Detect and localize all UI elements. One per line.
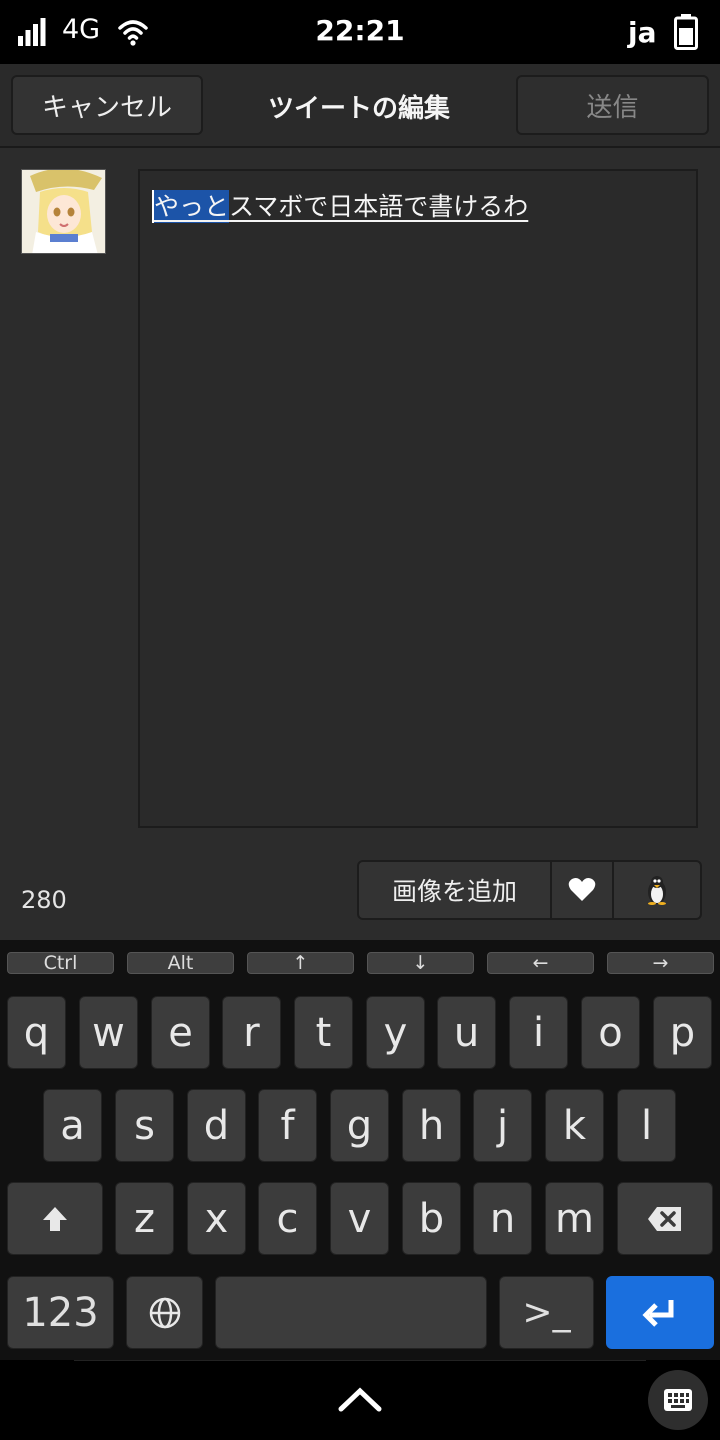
key-f[interactable]: f — [258, 1089, 317, 1162]
key-w[interactable]: w — [79, 996, 138, 1069]
enter-key[interactable] — [606, 1276, 714, 1349]
enter-icon — [642, 1299, 674, 1327]
input-language: ja — [628, 16, 657, 49]
backspace-key[interactable] — [617, 1182, 713, 1255]
key-alt[interactable]: Alt — [127, 952, 234, 974]
page-title: ツイートの編集 — [267, 94, 450, 124]
key-v[interactable]: v — [330, 1182, 389, 1255]
key-l[interactable]: l — [617, 1089, 676, 1162]
compose-area: やっとスマボで日本語で書けるわ 280 画像を追加 — [0, 148, 720, 940]
key-arrow-up[interactable]: ↑ — [247, 952, 354, 974]
key-s[interactable]: s — [115, 1089, 174, 1162]
key-m[interactable]: m — [545, 1182, 604, 1255]
key-d[interactable]: d — [187, 1089, 246, 1162]
language-key[interactable] — [126, 1276, 203, 1349]
penguin-icon — [648, 876, 666, 905]
add-image-label: 画像を追加 — [391, 877, 517, 906]
selected-text: やっと — [152, 190, 230, 223]
chevron-up-icon[interactable] — [338, 1386, 382, 1412]
avatar — [21, 169, 106, 254]
key-g[interactable]: g — [330, 1089, 389, 1162]
key-i[interactable]: i — [509, 996, 568, 1069]
key-x[interactable]: x — [187, 1182, 246, 1255]
tweet-text-area[interactable]: やっとスマボで日本語で書けるわ — [138, 169, 698, 828]
tweet-text: やっとスマボで日本語で書けるわ — [152, 187, 528, 223]
key-ctrl[interactable]: Ctrl — [7, 952, 114, 974]
key-t[interactable]: t — [294, 996, 353, 1069]
cancel-label: キャンセル — [41, 92, 172, 123]
keyboard-icon — [664, 1389, 692, 1411]
key-j[interactable]: j — [473, 1089, 532, 1162]
cancel-button[interactable]: キャンセル — [11, 75, 203, 135]
key-o[interactable]: o — [581, 996, 640, 1069]
terminal-label: >_ — [522, 1292, 571, 1333]
send-label: 送信 — [586, 92, 639, 123]
add-image-button[interactable]: 画像を追加 — [359, 862, 550, 918]
character-count: 280 — [21, 886, 67, 914]
numbers-label: 123 — [22, 1289, 99, 1336]
divider — [74, 1360, 646, 1361]
numbers-key[interactable]: 123 — [7, 1276, 114, 1349]
key-e[interactable]: e — [151, 996, 210, 1069]
key-r[interactable]: r — [222, 996, 281, 1069]
heart-button[interactable] — [550, 862, 612, 918]
compose-toolbar: 画像を追加 — [357, 860, 702, 920]
shift-key[interactable] — [7, 1182, 103, 1255]
globe-icon — [149, 1297, 180, 1328]
key-n[interactable]: n — [473, 1182, 532, 1255]
clock: 22:21 — [315, 14, 405, 47]
key-q[interactable]: q — [7, 996, 66, 1069]
key-a[interactable]: a — [43, 1089, 102, 1162]
key-c[interactable]: c — [258, 1182, 317, 1255]
key-z[interactable]: z — [115, 1182, 174, 1255]
key-arrow-left[interactable]: ← — [487, 952, 594, 974]
key-u[interactable]: u — [437, 996, 496, 1069]
heart-icon — [568, 878, 596, 901]
battery-icon — [674, 14, 698, 50]
header-bar: キャンセル ツイートの編集 送信 — [0, 64, 720, 148]
key-arrow-right[interactable]: → — [607, 952, 714, 974]
backspace-icon — [648, 1206, 681, 1231]
navigation-bar — [0, 1360, 720, 1440]
unselected-text: スマボで日本語で書けるわ — [229, 192, 529, 221]
space-key[interactable] — [215, 1276, 487, 1349]
send-button[interactable]: 送信 — [516, 75, 709, 135]
key-arrow-down[interactable]: ↓ — [367, 952, 474, 974]
on-screen-keyboard: Ctrl Alt ↑ ↓ ← → q w e r t y u i o p a s… — [0, 940, 720, 1360]
terminal-key[interactable]: >_ — [499, 1276, 594, 1349]
penguin-button[interactable] — [612, 862, 700, 918]
status-bar: 4G 22:21 ja — [0, 0, 720, 64]
key-k[interactable]: k — [545, 1089, 604, 1162]
key-p[interactable]: p — [653, 996, 712, 1069]
shift-icon — [43, 1206, 67, 1231]
key-b[interactable]: b — [402, 1182, 461, 1255]
keyboard-toggle-button[interactable] — [648, 1370, 708, 1430]
key-y[interactable]: y — [366, 996, 425, 1069]
key-h[interactable]: h — [402, 1089, 461, 1162]
